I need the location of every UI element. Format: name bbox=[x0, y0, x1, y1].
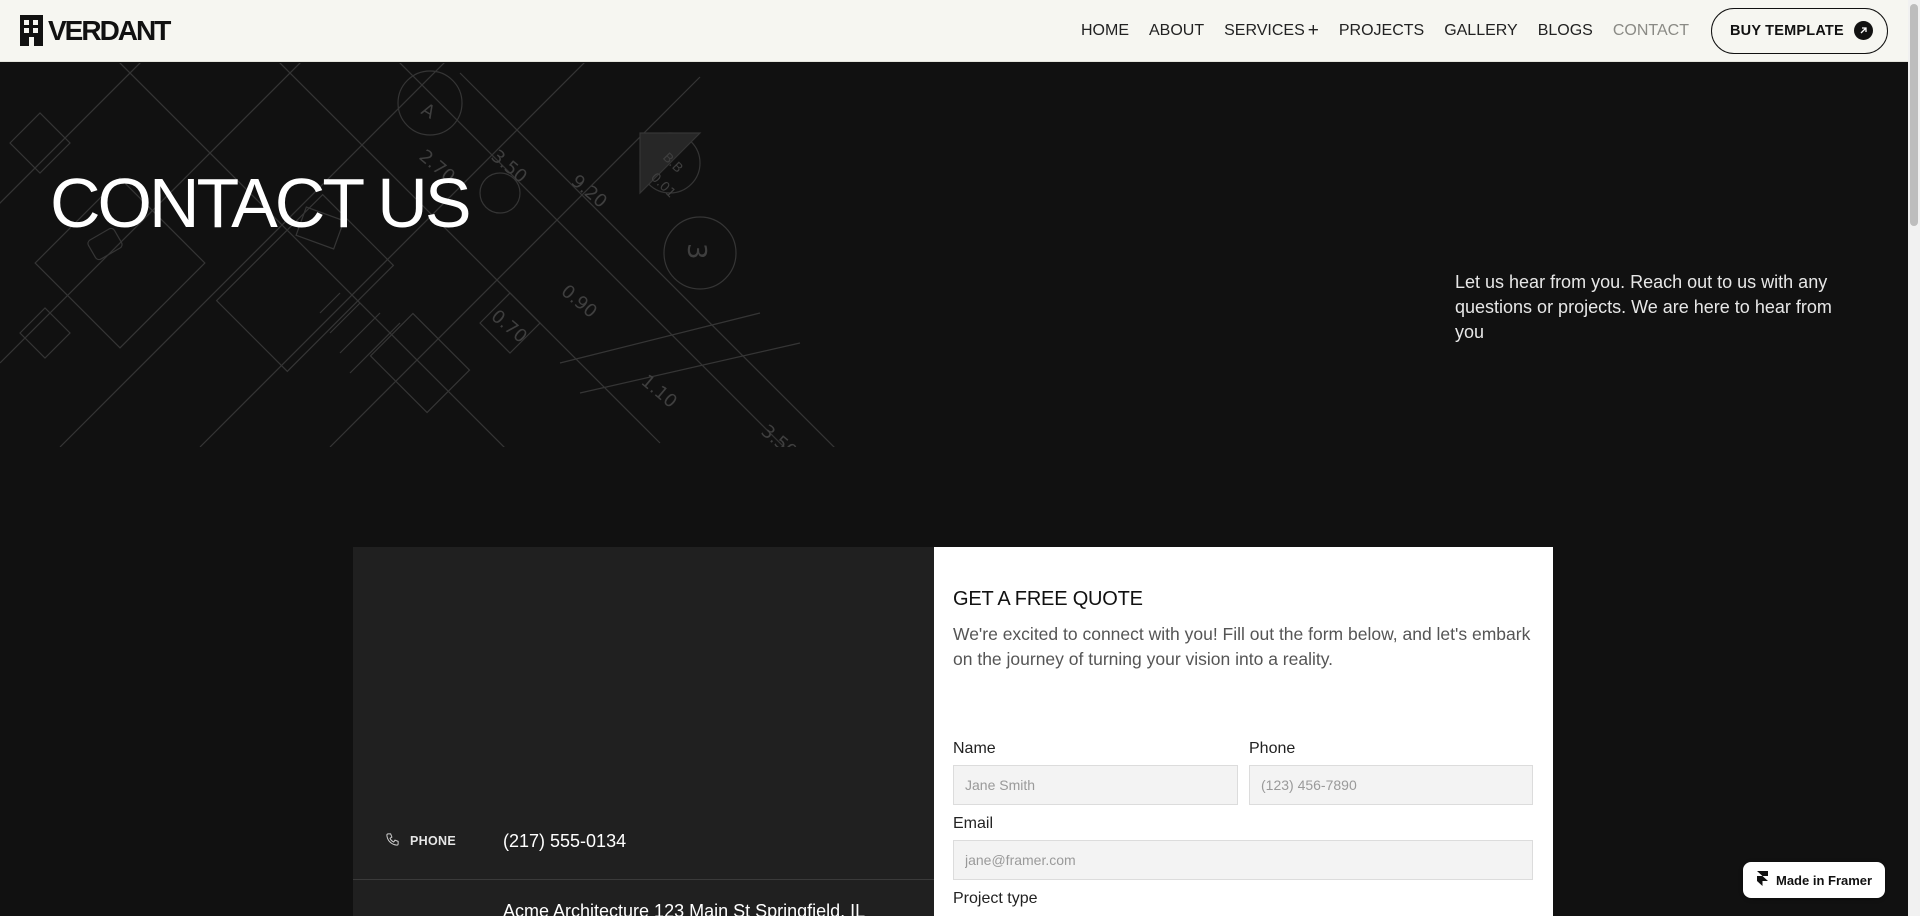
phone-field-label: Phone bbox=[1249, 740, 1296, 757]
nav-projects[interactable]: PROJECTS bbox=[1339, 22, 1424, 40]
buy-template-label: BUY TEMPLATE bbox=[1730, 22, 1844, 39]
divider bbox=[353, 879, 934, 880]
svg-text:9.20: 9.20 bbox=[567, 171, 611, 213]
svg-text:3: 3 bbox=[681, 243, 711, 260]
nav-services[interactable]: SERVICES + bbox=[1224, 21, 1319, 40]
phone-input[interactable] bbox=[1249, 765, 1533, 805]
svg-text:3.50: 3.50 bbox=[487, 146, 531, 188]
contact-info-panel: PHONE (217) 555-0134 Acme Architecture 1… bbox=[353, 547, 934, 916]
svg-text:0.90: 0.90 bbox=[557, 281, 601, 323]
project-type-label: Project type bbox=[953, 890, 1038, 907]
main-nav: HOME ABOUT SERVICES + PROJECTS GALLERY B… bbox=[1081, 7, 1888, 54]
name-input[interactable] bbox=[953, 765, 1238, 805]
email-label: Email bbox=[953, 815, 994, 832]
phone-icon bbox=[385, 832, 400, 850]
phone-label-group: PHONE bbox=[353, 832, 503, 850]
building-icon bbox=[20, 15, 43, 46]
phone-value[interactable]: (217) 555-0134 bbox=[503, 831, 626, 852]
svg-text:1.10: 1.10 bbox=[637, 371, 681, 413]
svg-text:A: A bbox=[418, 99, 440, 124]
address-value: Acme Architecture 123 Main St Springfiel… bbox=[503, 900, 866, 916]
address-row: Acme Architecture 123 Main St Springfiel… bbox=[353, 899, 934, 916]
hero-description: Let us hear from you. Reach out to us wi… bbox=[1455, 272, 1832, 342]
brand-name: VERDANT bbox=[48, 14, 171, 46]
svg-text:3.50: 3.50 bbox=[757, 421, 801, 447]
nav-services-label: SERVICES bbox=[1224, 21, 1305, 39]
svg-text:0.70: 0.70 bbox=[487, 306, 531, 348]
plus-icon: + bbox=[1307, 20, 1319, 41]
phone-label: PHONE bbox=[410, 834, 456, 848]
nav-contact[interactable]: CONTACT bbox=[1613, 22, 1689, 40]
email-input[interactable] bbox=[953, 840, 1533, 880]
framer-logo-icon bbox=[1757, 871, 1768, 889]
arrow-up-right-icon bbox=[1854, 21, 1873, 40]
name-label: Name bbox=[953, 740, 996, 757]
form-description: We're excited to connect with you! Fill … bbox=[953, 624, 1531, 669]
phone-row: PHONE (217) 555-0134 bbox=[353, 825, 934, 857]
nav-home[interactable]: HOME bbox=[1081, 22, 1129, 40]
nav-about[interactable]: ABOUT bbox=[1149, 22, 1204, 40]
made-in-framer-badge[interactable]: Made in Framer bbox=[1743, 862, 1885, 898]
badge-label: Made in Framer bbox=[1776, 872, 1873, 888]
scrollbar-thumb[interactable] bbox=[1910, 4, 1918, 226]
brand-logo[interactable]: VERDANT bbox=[20, 14, 171, 47]
nav-gallery[interactable]: GALLERY bbox=[1444, 22, 1518, 40]
nav-blogs[interactable]: BLOGS bbox=[1538, 22, 1593, 40]
scrollbar[interactable] bbox=[1908, 0, 1920, 916]
quote-form-panel: GET A FREE QUOTE We're excited to connec… bbox=[934, 547, 1553, 916]
form-title: GET A FREE QUOTE bbox=[953, 588, 1143, 610]
page-title: CONTACT US bbox=[50, 164, 472, 242]
top-navbar: VERDANT HOME ABOUT SERVICES + PROJECTS G… bbox=[0, 0, 1908, 62]
blueprint-background: A 2.70 3.50 9.20 0.90 0.70 1.10 3.50 3 B… bbox=[0, 63, 840, 447]
buy-template-button[interactable]: BUY TEMPLATE bbox=[1711, 7, 1888, 54]
